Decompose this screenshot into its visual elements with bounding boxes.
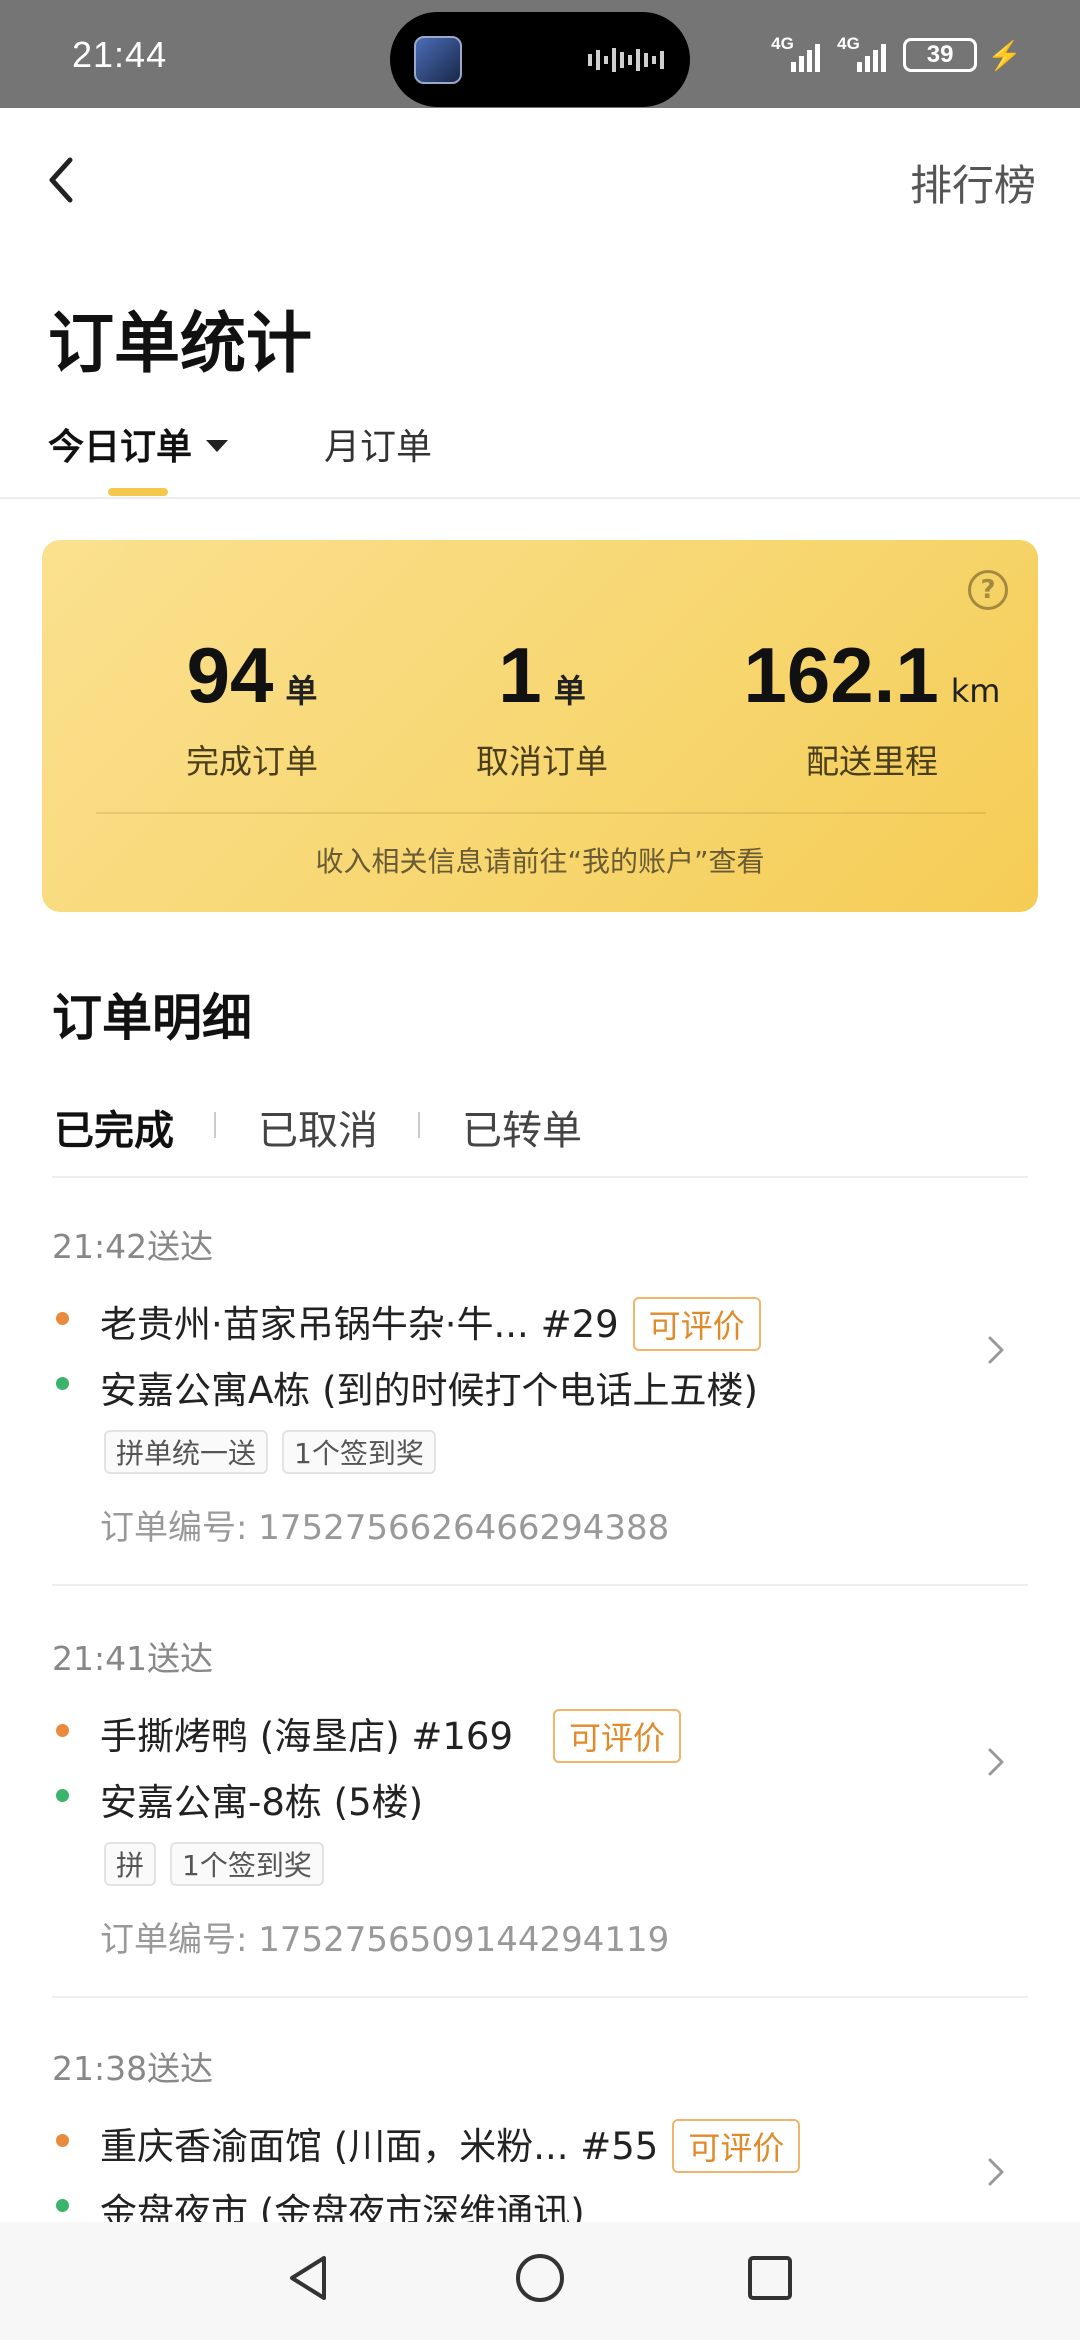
divider: [52, 1996, 1028, 1998]
address-dot-icon: [56, 1377, 69, 1390]
order-number: 订单编号: 1752756626466294388: [100, 1508, 670, 1548]
shop-dot-icon: [56, 2134, 69, 2147]
order-tag: 拼单统一送: [104, 1430, 269, 1474]
subtab-separator: [214, 1112, 216, 1138]
caret-down-icon: [206, 440, 229, 452]
order-shop: 老贵州·苗家吊锅牛杂·牛... #29 可评价: [100, 1294, 761, 1354]
tab-today-orders[interactable]: 今日订单: [48, 418, 229, 470]
order-shop: 重庆香渝面馆 (川面，米粉... #55 可评价: [100, 2116, 801, 2176]
order-shop-name: 老贵州·苗家吊锅牛杂·牛... #29: [100, 1303, 619, 1346]
stats-card: ? 94 单 完成订单 1单 取消订单 162.1 km 配送里程 收入相关信息请前…: [42, 540, 1038, 912]
stat-distance-value: 162.1: [743, 631, 939, 719]
order-tag: 1个签到奖: [282, 1430, 436, 1474]
page-title: 订单统计: [48, 305, 312, 382]
stat-distance: 162.1 km 配送里程: [722, 630, 1022, 783]
review-badge[interactable]: 可评价: [553, 1708, 682, 1763]
stat-completed-label: 完成订单: [186, 742, 318, 781]
tab-indicator: [108, 488, 168, 496]
order-tags: 拼 1个签到奖: [104, 1842, 324, 1886]
order-shop-name: 重庆香渝面馆 (川面，米粉... #55: [100, 2125, 659, 2168]
review-badge[interactable]: 可评价: [672, 2118, 801, 2173]
divider: [52, 1176, 1028, 1178]
back-icon[interactable]: [40, 150, 90, 210]
subtab-cancelled[interactable]: 已取消: [258, 1098, 378, 1156]
status-time: 21:44: [72, 34, 168, 75]
address-dot-icon: [56, 1789, 69, 1802]
detail-title: 订单明细: [52, 989, 252, 1047]
order-shop-name: 手撕烤鸭 (海垦店) #169: [100, 1715, 514, 1758]
order-shop: 手撕烤鸭 (海垦店) #169 可评价: [100, 1706, 682, 1766]
question-circle-icon[interactable]: ?: [968, 570, 1008, 610]
review-badge[interactable]: 可评价: [632, 1296, 761, 1351]
card-divider: [96, 812, 986, 814]
address-dot-icon: [56, 2199, 69, 2212]
status-icons: 4G 4G 39 ⚡: [771, 34, 1022, 72]
order-address: 安嘉公寓A栋 (到的时候打个电话上五楼): [100, 1369, 758, 1412]
stat-cancelled-value: 1: [498, 631, 542, 719]
order-time: 21:38送达: [52, 2049, 214, 2088]
order-tag: 拼: [104, 1842, 157, 1886]
chevron-right-icon: [988, 1748, 1004, 1776]
chevron-right-icon: [988, 2158, 1004, 2186]
nav-recents-icon[interactable]: [740, 2248, 800, 2308]
stat-cancelled-unit: 单: [553, 672, 586, 710]
order-number: 订单编号: 1752756509144294119: [100, 1920, 670, 1960]
chevron-right-icon: [988, 1336, 1004, 1364]
stat-completed: 94 单 完成订单: [112, 630, 392, 783]
system-nav-bar: [0, 2222, 1080, 2340]
shop-dot-icon: [56, 1724, 69, 1737]
stat-distance-unit: km: [950, 672, 1001, 710]
order-time: 21:42送达: [52, 1227, 214, 1266]
order-time: 21:41送达: [52, 1639, 214, 1678]
order-tag: 1个签到奖: [170, 1842, 324, 1886]
subtab-completed[interactable]: 已完成: [54, 1098, 174, 1156]
subtab-transferred[interactable]: 已转单: [462, 1098, 582, 1156]
order-tags: 拼单统一送 1个签到奖: [104, 1430, 436, 1474]
order-address: 安嘉公寓-8栋 (5楼): [100, 1781, 424, 1824]
subtab-separator: [418, 1112, 420, 1138]
divider: [0, 497, 1080, 499]
dynamic-island[interactable]: [390, 12, 690, 107]
nav-home-icon[interactable]: [510, 2248, 570, 2308]
signal-icon: 4G: [771, 34, 827, 72]
charging-icon: ⚡: [987, 39, 1022, 71]
ranking-button[interactable]: 排行榜: [910, 152, 1036, 213]
stat-completed-value: 94: [186, 631, 274, 719]
tab-today-label: 今日订单: [48, 427, 193, 468]
signal-icon: 4G: [837, 34, 893, 72]
income-note: 收入相关信息请前往“我的账户”查看: [315, 845, 765, 878]
stat-distance-label: 配送里程: [806, 742, 938, 781]
media-thumbnail-icon: [414, 36, 462, 84]
status-bar: 21:44 4G 4G 39 ⚡: [0, 0, 1080, 108]
tab-month-orders[interactable]: 月订单: [324, 418, 432, 470]
shop-dot-icon: [56, 1312, 69, 1325]
audio-wave-icon: [588, 48, 664, 72]
stat-cancelled-label: 取消订单: [476, 742, 608, 781]
divider: [52, 1584, 1028, 1586]
stat-cancelled: 1单 取消订单: [382, 630, 702, 783]
nav-back-icon[interactable]: [280, 2248, 340, 2308]
battery-indicator: 39: [903, 38, 978, 72]
stat-completed-unit: 单: [285, 672, 318, 710]
